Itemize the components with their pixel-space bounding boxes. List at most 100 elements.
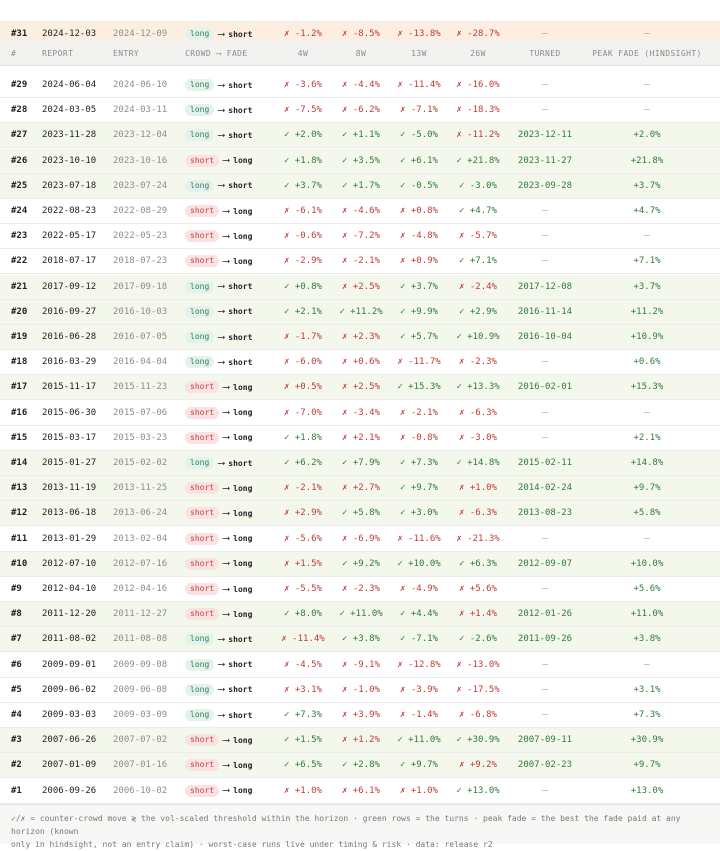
row-id: #4 <box>11 710 22 720</box>
peak-fade: +5.8% <box>633 508 661 519</box>
h8-value: ✗ +2.5% <box>342 382 380 393</box>
table-row[interactable]: #12 2013-06-18 2013-06-24 short ⟶ long ✗ +2.9%… <box>0 501 720 527</box>
entry-date: 2011-12-27 <box>113 609 168 620</box>
turned-date: 2007-02-23 <box>517 760 573 771</box>
crowd-fade: long ⟶ short <box>185 305 252 318</box>
table-row[interactable]: #18 2016-03-29 2016-04-04 long ⟶ short ✗ -6.0%… <box>0 350 720 376</box>
h4-value: ✗ -0.6% <box>284 231 322 242</box>
header-4w: 4W <box>297 48 309 58</box>
table-row[interactable]: #8 2011-12-20 2011-12-27 short ⟶ long ✓ +8.0% ✓… <box>0 602 720 628</box>
arrow-icon: ⟶ <box>223 759 230 771</box>
table-row[interactable]: #1 2006-09-26 2006-10-02 short ⟶ long ✗ +1.0% ✗… <box>0 779 720 804</box>
crowd-badge: short <box>185 784 220 797</box>
table-row[interactable]: #9 2012-04-10 2012-04-16 short ⟶ long ✗ -5.5% ✗… <box>0 577 720 602</box>
table-row[interactable]: #15 2015-03-17 2015-03-23 short ⟶ long ✓ +1.8%… <box>0 426 720 451</box>
arrow-icon: ⟶ <box>223 507 230 519</box>
table-row[interactable]: #26 2023-10-10 2023-10-16 short ⟶ long ✓ +1.8%… <box>0 148 720 174</box>
crowd-fade: short ⟶ long <box>185 406 252 419</box>
table-row[interactable]: #19 2016-06-28 2016-07-05 long ⟶ short ✗ -1.7%… <box>0 325 720 350</box>
row-id: #3 <box>11 735 22 746</box>
crowd-badge: long <box>185 104 215 117</box>
table-row[interactable]: #6 2009-09-01 2009-09-08 long ⟶ short ✗ -4.5% ✗… <box>0 653 720 678</box>
report-date: 2011-12-20 <box>42 609 97 620</box>
header-peak: PEAK FADE (HINDSIGHT) <box>592 48 702 58</box>
crowd-fade: long ⟶ short <box>185 129 252 142</box>
footer-line-1: ✓/✗ = counter-crowd move ≷ the vol-scale… <box>11 814 681 836</box>
h4-value: ✗ -4.5% <box>284 659 322 670</box>
arrow-icon: ⟶ <box>223 608 230 620</box>
arrow-icon: ⟶ <box>218 457 225 469</box>
table-row[interactable]: #17 2015-11-17 2015-11-23 short ⟶ long ✗ +0.5%… <box>0 375 720 401</box>
crowd-fade: short ⟶ long <box>185 532 253 545</box>
table-row[interactable]: #14 2015-01-27 2015-02-02 long ⟶ short ✓ +6.2%… <box>0 451 720 476</box>
table-row[interactable]: #2 2007-01-09 2007-01-16 short ⟶ long ✓ +6.5% ✓… <box>0 753 720 779</box>
table-row[interactable]: #11 2013-01-29 2013-02-04 short ⟶ long ✗ -5.6%… <box>0 527 720 552</box>
h26-value: ✗ -13.0% <box>456 659 500 670</box>
peak-fade: — <box>644 407 650 418</box>
table-row[interactable]: #27 2023-11-28 2023-12-04 long ⟶ short ✓ +2.0%… <box>0 123 720 149</box>
crowd-fade: long ⟶ short <box>185 633 252 646</box>
h26-value: ✗ -5.7% <box>459 231 497 242</box>
crowd-badge: short <box>185 381 220 394</box>
h4-value: ✗ -2.1% <box>284 483 322 494</box>
arrow-icon: ⟶ <box>223 407 230 419</box>
turned-date: — <box>542 684 548 695</box>
row-id: #9 <box>11 584 22 594</box>
h13-value: ✗ +1.0% <box>400 785 438 796</box>
h26-value: ✓ +30.9% <box>456 735 500 746</box>
crowd-badge: short <box>185 734 220 747</box>
h4-value: ✗ +1.0% <box>284 785 322 796</box>
table-row[interactable]: #24 2022-08-23 2022-08-29 short ⟶ long ✗ -6.1%… <box>0 199 720 224</box>
entry-date: 2024-06-10 <box>113 80 168 90</box>
table-row[interactable]: #23 2022-05-17 2022-05-23 short ⟶ long ✗ -0.6%… <box>0 224 720 250</box>
h13-value: ✓ +5.7% <box>400 332 438 342</box>
h4-value: ✓ +6.2% <box>284 458 322 468</box>
h8-value: ✗ +2.5% <box>342 281 380 292</box>
row-id: #22 <box>11 256 28 267</box>
report-date: 2023-07-18 <box>42 180 97 191</box>
arrow-icon: ⟶ <box>218 180 225 192</box>
table-row[interactable]: #16 2015-06-30 2015-07-06 short ⟶ long ✗ -7.0%… <box>0 401 720 426</box>
table-row[interactable]: #25 2023-07-18 2023-07-24 long ⟶ short ✓ +3.7%… <box>0 173 720 199</box>
table-row[interactable]: #5 2009-06-02 2009-06-08 long ⟶ short ✗ +3.1% ✗… <box>0 678 720 703</box>
crowd-fade: short ⟶ long <box>185 230 252 243</box>
peak-fade: +7.3% <box>633 710 661 720</box>
h13-value: ✓ +15.3% <box>397 382 441 393</box>
h26-value: ✗ -6.3% <box>459 407 497 418</box>
table-row[interactable]: #13 2013-11-19 2013-11-25 short ⟶ long ✗ -2.1%… <box>0 476 720 502</box>
table-row[interactable]: #4 2009-03-03 2009-03-09 long ⟶ short ✓ +7.3% ✗… <box>0 703 720 728</box>
peak-fade: +11.2% <box>630 306 664 317</box>
turned-date: — <box>542 659 548 670</box>
entry-date: 2023-10-16 <box>113 155 168 166</box>
table-row[interactable]: #21 2017-09-12 2017-09-18 long ⟶ short ✓ +0.8%… <box>0 274 720 300</box>
h13-value: ✓ -5.0% <box>400 130 438 141</box>
h4-value: ✗ -7.5% <box>284 105 322 116</box>
table-row[interactable]: #10 2012-07-10 2012-07-16 short ⟶ long ✗ +1.5%… <box>0 551 720 577</box>
arrow-icon: ⟶ <box>218 709 225 721</box>
row-id: #5 <box>11 684 22 695</box>
h8-value: ✓ +3.8% <box>342 634 380 645</box>
h13-value: ✗ -11.4% <box>397 80 441 90</box>
fade-direction: long <box>233 534 253 544</box>
peak-fade: — <box>644 231 650 242</box>
turned-date: 2017-12-08 <box>517 281 573 292</box>
crowd-badge: long <box>185 28 215 40</box>
table-row[interactable]: #28 2024-03-05 2024-03-11 long ⟶ short ✗ -7.5%… <box>0 98 720 124</box>
table-row[interactable]: #29 2024-06-04 2024-06-10 long ⟶ short ✗ -3.6%… <box>0 73 720 98</box>
peak-fade: +2.0% <box>633 130 661 141</box>
row-id: #29 <box>11 80 28 90</box>
h4-value: ✓ +8.0% <box>284 609 322 620</box>
table-row[interactable]: #22 2018-07-17 2018-07-23 short ⟶ long ✗ -2.9%… <box>0 249 720 275</box>
table-row[interactable]: #20 2016-09-27 2016-10-03 long ⟶ short ✓ +2.1%… <box>0 299 720 325</box>
crowd-badge: long <box>185 709 215 721</box>
header-turned: TURNED <box>529 48 561 58</box>
table-row[interactable]: #7 2011-08-02 2011-08-08 long ⟶ short ✗ -11.4%… <box>0 627 720 653</box>
crowd-fade: long ⟶ short <box>185 709 252 721</box>
row-id: #1 <box>11 785 22 796</box>
crowd-badge: long <box>185 658 215 671</box>
table-row[interactable]: #3 2007-06-26 2007-07-02 short ⟶ long ✓ +1.5% ✗… <box>0 728 720 754</box>
arrow-icon: ⟶ <box>218 633 225 645</box>
turned-date: — <box>542 29 548 39</box>
row-id: #18 <box>11 357 28 368</box>
entry-date: 2009-03-09 <box>113 710 168 720</box>
